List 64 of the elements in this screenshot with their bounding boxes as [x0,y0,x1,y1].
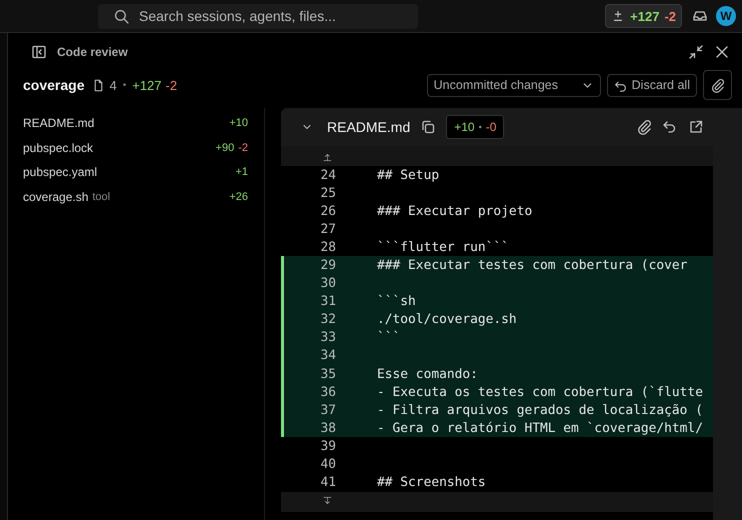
code-line: ## Screenshots [377,475,486,490]
file-item[interactable]: pubspec.yaml +1 [15,160,256,184]
scope-dropdown[interactable]: Uncommitted changes [426,74,601,96]
line-number: 24 [319,168,336,183]
line-number: 33 [319,330,336,346]
line-number: 41 [319,475,336,490]
code-line: - Executa os testes com cobertura (`flutte [377,384,703,400]
added-count: +10 [229,117,248,130]
file-item[interactable]: coverage.sh tool +26 [15,184,256,209]
file-item[interactable]: pubspec.lock +90 -2 [15,136,256,160]
line-number: 36 [319,384,336,400]
code-line: ## Setup [377,168,440,183]
branch-name: coverage [23,77,84,93]
line-number: 27 [319,222,336,237]
collapse-icon[interactable] [688,44,704,60]
removed-count: -2 [238,142,248,154]
line-number: 29 [319,258,336,274]
sidebar-icon[interactable] [31,44,47,60]
code-line: - Gera o relatório HTML em `coverage/html/ [377,420,703,436]
line-number: 34 [319,348,336,364]
added-count: +90 [216,142,234,154]
avatar[interactable]: W [716,6,736,26]
line-number: 25 [319,186,336,201]
line-number: 26 [319,204,336,219]
paperclip-icon [710,78,725,92]
code-line: ```sh [377,294,416,310]
code-line: ``` [377,330,400,346]
line-number: 38 [319,420,336,436]
file-icon [92,78,106,92]
line-number: 37 [319,402,336,418]
discard-button[interactable]: Discard all [606,74,697,96]
line-number: 31 [319,294,336,310]
undo-icon[interactable] [662,119,678,135]
file-item[interactable]: README.md +10 [15,111,256,136]
file-count: 4 [109,78,117,92]
paperclip-icon[interactable] [636,119,652,135]
code-line: ```flutter run``` [377,240,509,255]
code-line: ### Executar testes com cobertura (cover [377,258,688,274]
attach-button[interactable] [703,70,732,100]
line-number: 40 [319,457,336,472]
diff-stat: +10 • -0 [446,115,504,139]
copy-icon[interactable] [420,119,436,135]
code-line: Esse comando: [377,366,478,382]
panel-title: Code review [57,45,128,59]
open-external-icon[interactable] [688,119,704,135]
line-number: 35 [319,366,336,382]
close-icon[interactable] [714,44,730,60]
added-count: +1 [235,166,248,178]
line-number: 30 [319,276,336,292]
changes-button[interactable]: +127 -2 [605,4,682,28]
removed-count: -2 [166,78,178,92]
undo-icon [614,78,627,92]
code-line: ### Executar projeto [377,204,532,219]
code-line: - Filtra arquivos gerados de localização ( [377,402,703,418]
file-tag: tool [92,190,110,203]
added-count: +26 [229,190,248,203]
added-count: +127 [132,78,162,92]
code-line: ./tool/coverage.sh [377,312,517,328]
line-number: 32 [319,312,336,328]
line-number: 28 [319,240,336,255]
file-name: README.md [327,119,410,135]
separator-dot: • [122,80,126,90]
line-number: 39 [319,438,336,454]
search-field[interactable]: Search sessions, agents, files... [98,4,418,28]
